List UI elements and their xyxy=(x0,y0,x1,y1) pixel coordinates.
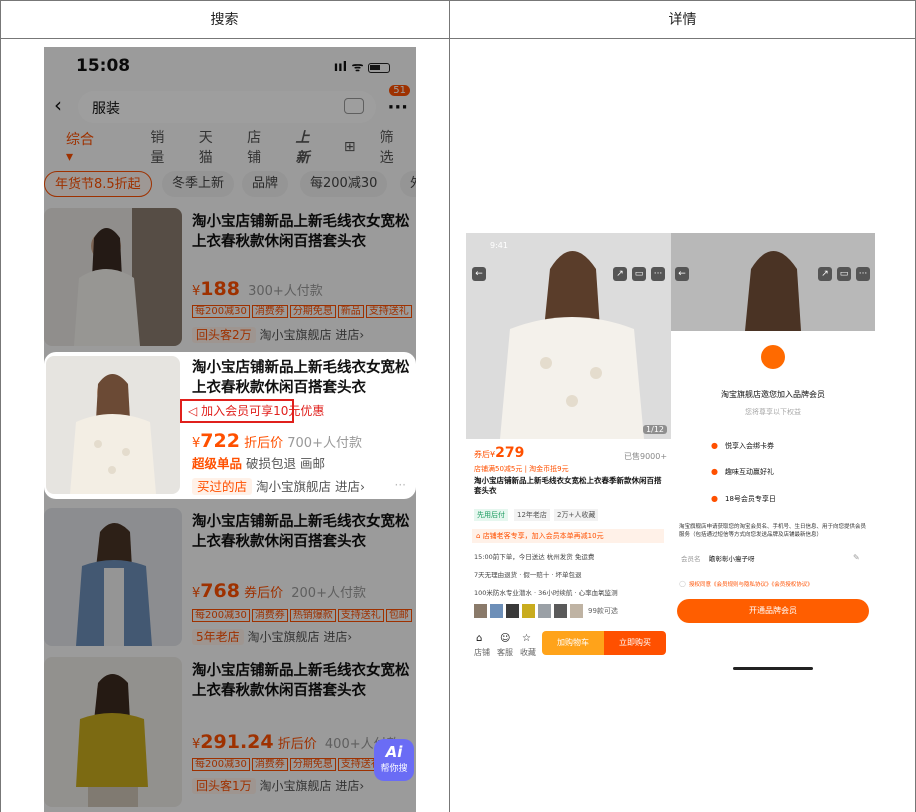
product-title: 淘小宝店铺新品上新毛线衣女宽松上衣春秋款休闲百搭套头衣 xyxy=(192,360,410,396)
back-icon[interactable]: ← xyxy=(472,267,486,281)
divider xyxy=(449,0,450,812)
shop-name: 淘小宝旗舰店 xyxy=(256,479,332,494)
dimmed-hero-image: ← ↗ ▭ ··· xyxy=(671,233,875,331)
header-detail: 详情 xyxy=(668,12,697,28)
price-value: 722 xyxy=(200,430,240,452)
benefit-item: 趣味互动赢好礼 xyxy=(725,468,774,476)
member-modal: 淘宝旗舰店邀您加入品牌会员 您将尊享以下权益 ● 悦享入会绑卡券 ● 趣味互动赢… xyxy=(671,331,875,677)
image-counter: 1/12 xyxy=(643,425,667,434)
more-icon[interactable]: ··· xyxy=(856,267,870,281)
benefit-item: 悦享入会绑卡券 xyxy=(725,442,774,450)
buy-now-button[interactable]: 立即购买 xyxy=(604,631,666,655)
material-info[interactable]: 100米防水专业潜水 · 36小时续航 · 心率血氧监测 xyxy=(474,587,618,597)
speaker-icon: ◁ xyxy=(188,404,198,418)
divider xyxy=(0,38,916,39)
member-modal-screen: ← ↗ ▭ ··· 淘宝旗舰店邀您加入品牌会员 您将尊享以下权益 ● 悦享入会绑… xyxy=(671,233,875,677)
member-name-label: 会员名 xyxy=(681,555,701,563)
vip-offer-highlight: ◁ 加入会员可享10元优惠 xyxy=(180,399,324,423)
service-label: 破损包退 xyxy=(246,456,297,471)
price-label: 券后¥ xyxy=(474,450,496,459)
ai-sub-label: 帮你搜 xyxy=(380,764,408,774)
member-notice[interactable]: ⌂ 店铺老客专享，加入会员本单再减10元 xyxy=(472,529,664,543)
search-screen: 15:08 ııl ᯤ ‹ 服装 ··· 51 综合▾ 销量 天猫 店铺 上新 … xyxy=(44,47,416,812)
brand-logo-icon xyxy=(761,345,785,369)
variant-count: 99款可选 xyxy=(588,607,618,615)
edit-icon[interactable]: ✎ xyxy=(853,553,860,562)
modal-subtitle: 您将尊享以下权益 xyxy=(745,408,801,416)
divider xyxy=(0,0,916,1)
tag-chip: 2万+人收藏 xyxy=(554,509,599,521)
consent-checkbox[interactable]: ○ xyxy=(679,579,686,588)
star-icon[interactable]: ☆ xyxy=(522,633,531,644)
coupon-icon: ● xyxy=(711,441,718,450)
shop-icon: ⌂ xyxy=(476,532,481,540)
home-indicator xyxy=(733,667,813,670)
service-label: 画邮 xyxy=(300,456,326,471)
product-price: ¥722 折后价 700+人付款 xyxy=(192,430,362,452)
shipping-info[interactable]: 15:00前下单，今日送达 杭州发货 免运费 xyxy=(474,551,594,561)
modal-title: 淘宝旗舰店邀您加入品牌会员 xyxy=(721,390,825,399)
guarantee-info[interactable]: 7天无理由退货 · 假一赔十 · 坏单包退 xyxy=(474,569,582,579)
nav-store-label: 店铺 xyxy=(474,648,490,657)
ai-label: Ai xyxy=(385,743,403,761)
tag-chip: 12年老店 xyxy=(514,509,550,521)
add-to-cart-button[interactable]: 加购物车 xyxy=(542,631,604,655)
share-icon[interactable]: ↗ xyxy=(613,267,627,281)
super-item-label: 超级单品 xyxy=(192,456,243,471)
detail-price: 券后¥279 xyxy=(474,445,524,461)
shop-row[interactable]: 买过的店 淘小宝旗舰店 进店› xyxy=(192,476,365,495)
gift-icon: ● xyxy=(711,467,718,476)
share-icon[interactable]: ↗ xyxy=(818,267,832,281)
back-icon[interactable]: ← xyxy=(675,267,689,281)
price-label: 折后价 xyxy=(244,436,284,451)
variant-swatches[interactable] xyxy=(474,603,584,618)
detail-screens: 9:41 ← ↗ ▭ ··· 1/12 券后¥279 已售9000+ 店铺满50… xyxy=(466,233,875,677)
cart-icon[interactable]: ▭ xyxy=(837,267,851,281)
detail-title: 淘小宝店铺新品上新毛线衣女宽松上衣春季新款休闲百搭套头衣 xyxy=(474,476,662,495)
nav-fav-label: 收藏 xyxy=(520,648,536,657)
sales-count: 700+人付款 xyxy=(287,436,362,451)
consent-text: 淘宝旗舰店申请获取您的淘宝会员名、手机号、生日信息、用于向您提供会员服务（包括通… xyxy=(679,524,867,538)
benefit-item: 18号会员专享日 xyxy=(725,495,776,503)
sold-count: 已售9000+ xyxy=(624,452,668,461)
cart-icon[interactable]: ▭ xyxy=(632,267,646,281)
highlighted-product-card[interactable]: 淘小宝店铺新品上新毛线衣女宽松上衣春秋款休闲百搭套头衣 ◁ 加入会员可享10元优… xyxy=(44,352,416,499)
member-notice-text: 店铺老客专享，加入会员本单再减10元 xyxy=(482,532,604,540)
shop-tag: 买过的店 xyxy=(192,478,253,495)
header-search: 搜索 xyxy=(210,12,239,28)
agreement-link[interactable]: 授权同意《会员规则与隐私协议》《会员授权协议》 xyxy=(689,580,813,588)
product-detail-screen: 9:41 ← ↗ ▭ ··· 1/12 券后¥279 已售9000+ 店铺满50… xyxy=(466,233,671,677)
more-icon[interactable]: ··· xyxy=(651,267,665,281)
nav-service-label: 客服 xyxy=(497,648,513,657)
vip-offer-text: 加入会员可享10元优惠 xyxy=(201,404,325,418)
join-member-button[interactable]: 开通品牌会员 xyxy=(677,599,869,623)
member-name-value: 瞻彰彰小瘦子呀 xyxy=(709,555,755,563)
price-value: 279 xyxy=(495,445,525,461)
calendar-icon: ● xyxy=(711,494,718,503)
more-icon[interactable]: ··· xyxy=(395,478,406,492)
promo-text: 店铺满50减5元 | 淘金币抵9元 xyxy=(474,465,569,473)
status-time: 9:41 xyxy=(490,241,508,250)
divider xyxy=(0,0,1,812)
hero-image: 9:41 ← ↗ ▭ ··· 1/12 xyxy=(466,233,671,439)
ai-search-button[interactable]: Ai 帮你搜 xyxy=(374,739,414,781)
service-icon[interactable]: ☺ xyxy=(500,633,510,644)
chevron-right-icon: › xyxy=(360,479,366,494)
product-image xyxy=(46,356,180,494)
tag-chip: 先用后付 xyxy=(474,509,508,521)
product-services: 超级单品 破损包退 画邮 xyxy=(192,453,325,472)
enter-shop-link[interactable]: 进店 xyxy=(335,479,360,494)
store-icon[interactable]: ⌂ xyxy=(476,633,482,644)
